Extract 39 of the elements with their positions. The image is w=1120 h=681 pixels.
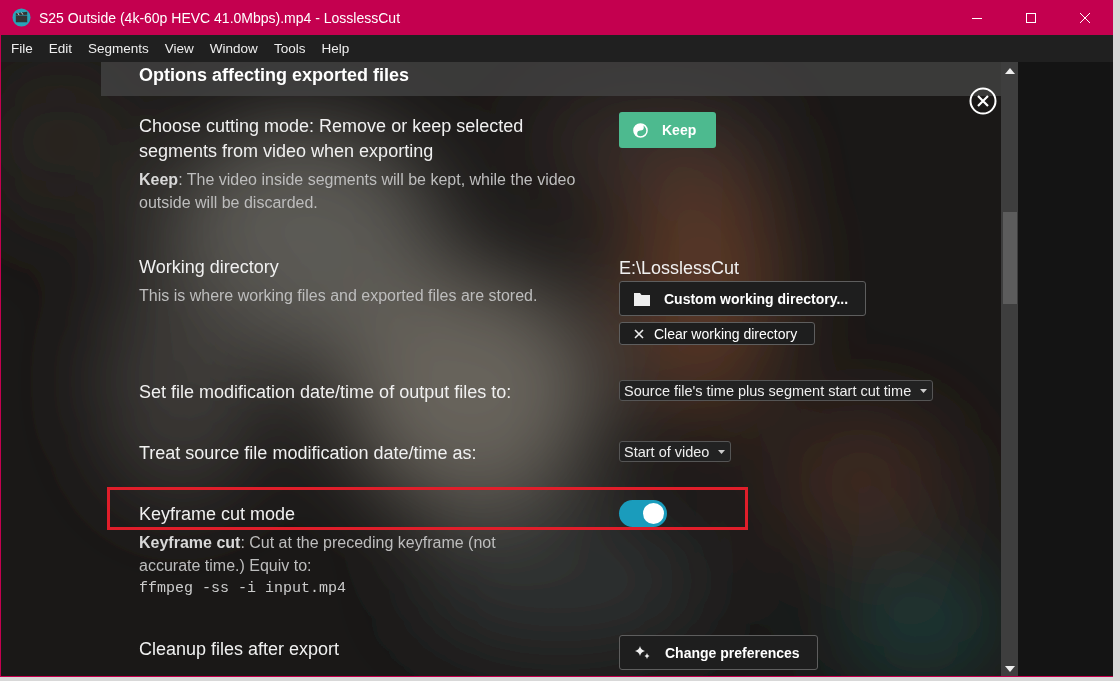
close-icon[interactable] bbox=[1079, 11, 1091, 24]
setting-description: Keyframe cut: Cut at the preceding keyframe (not accurate time.) Equiv to: bbox=[139, 533, 497, 576]
setting-label: Choose cutting mode: Remove or keep selected segments from video when exporting bbox=[139, 115, 525, 163]
action-button[interactable]: Clear working directory bbox=[619, 322, 816, 345]
setting-label: Working directory bbox=[139, 256, 280, 279]
dropdown[interactable]: Source file's time plus segment start cut time bbox=[619, 380, 934, 401]
close-icon[interactable] bbox=[969, 87, 997, 115]
setting-description: This is where working files and exported files are stored. bbox=[139, 286, 539, 306]
section-heading: Options affecting exported files bbox=[139, 66, 410, 84]
setting-label: Set file modification date/time of output files to: bbox=[139, 381, 513, 404]
caret-icon bbox=[920, 388, 928, 393]
menu-item[interactable]: Edit bbox=[40, 41, 81, 56]
directory-path: E:\LosslessCut bbox=[619, 257, 740, 279]
app-icon bbox=[12, 8, 31, 27]
action-button[interactable]: Change preferences bbox=[619, 635, 818, 670]
toggle-switch[interactable] bbox=[619, 500, 667, 527]
scroll-up-icon[interactable] bbox=[1004, 68, 1015, 74]
setting-label: Treat source file modification date/time as: bbox=[139, 442, 478, 465]
command-text: ffmpeg -ss -i input.mp4 bbox=[139, 579, 348, 599]
menu-item[interactable]: View bbox=[156, 41, 202, 56]
setting-label: Keyframe cut mode bbox=[139, 503, 297, 526]
menu-item[interactable]: Help bbox=[313, 41, 358, 56]
menu-item[interactable]: File bbox=[3, 41, 41, 56]
folder-icon bbox=[634, 291, 650, 306]
setting-label: Cleanup files after export bbox=[139, 638, 341, 661]
scroll-down-icon[interactable] bbox=[1004, 666, 1015, 672]
setting-description: Keep: The video inside segments will be kept, while the video outside will be discarded. bbox=[139, 170, 577, 213]
menu-item[interactable]: Tools bbox=[265, 41, 314, 56]
sparkles-icon bbox=[634, 644, 651, 661]
maximize-icon[interactable] bbox=[1025, 11, 1037, 24]
menu-item[interactable]: Segments bbox=[80, 41, 157, 56]
close-icon bbox=[634, 328, 644, 339]
window-title: S25 Outside (4k-60p HEVC 41.0Mbps).mp4 - LosslessCut bbox=[39, 9, 402, 26]
menu-item[interactable]: Window bbox=[201, 41, 266, 56]
action-button[interactable]: Custom working directory... bbox=[619, 281, 867, 316]
yin-yang-icon bbox=[633, 122, 648, 138]
scrollbar-thumb[interactable] bbox=[1002, 212, 1017, 304]
dropdown[interactable]: Start of video bbox=[619, 441, 732, 462]
caret-icon bbox=[718, 449, 726, 454]
